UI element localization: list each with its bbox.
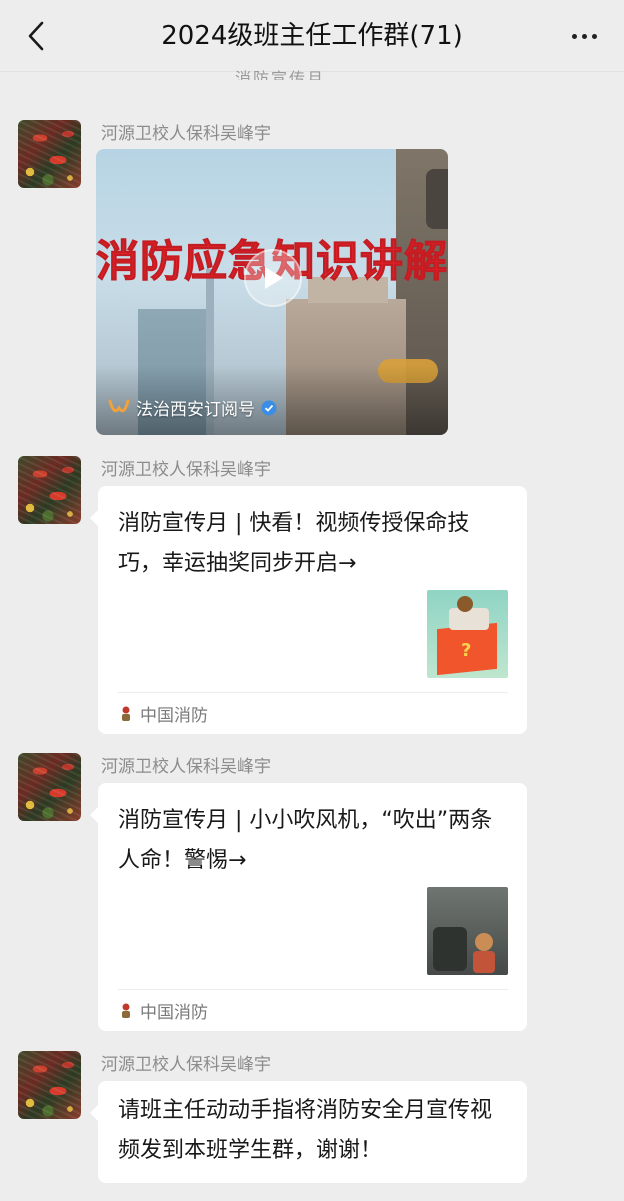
sender-avatar[interactable] xyxy=(18,1051,81,1119)
sender-avatar[interactable] xyxy=(18,456,81,524)
ellipsis-icon xyxy=(571,33,577,39)
link-source: 中国消防 xyxy=(118,998,208,1023)
message-text: 请班主任动动手指将消防安全月宣传视频发到本班学生群，谢谢！ xyxy=(118,1098,493,1163)
link-message-card[interactable]: 消防宣传月 | 小小吹风机，“吹出”两条人命！警惕→ 中国消防 xyxy=(90,783,527,1031)
link-title: 消防宣传月 | 快看！视频传授保命技巧，幸运抽奖同步开启→ xyxy=(118,511,470,576)
play-button[interactable] xyxy=(244,249,302,307)
video-source-name: 法治西安订阅号 xyxy=(136,400,255,420)
chevron-left-icon xyxy=(28,21,44,51)
firefighter-icon xyxy=(122,706,130,721)
article-thumbnail xyxy=(427,887,508,975)
partial-message-text: 消防宣传月 xyxy=(235,69,326,80)
back-button[interactable] xyxy=(18,18,54,54)
sender-name: 河源卫校人保科吴峰宇 xyxy=(101,460,271,480)
more-button[interactable] xyxy=(562,18,606,54)
chat-title: 2024级班主任工作群(71) xyxy=(161,21,463,51)
link-title: 消防宣传月 | 小小吹风机，“吹出”两条人命！警惕→ xyxy=(118,808,493,873)
link-source: 中国消防 xyxy=(118,701,208,726)
chat-header: 2024级班主任工作群(71) xyxy=(0,0,624,72)
link-message-card[interactable]: 消防宣传月 | 快看！视频传授保命技巧，幸运抽奖同步开启→ ? 中国消防 xyxy=(90,486,527,734)
play-icon xyxy=(265,267,283,289)
firefighter-icon xyxy=(122,1003,130,1018)
sender-name: 河源卫校人保科吴峰宇 xyxy=(101,1055,271,1075)
sender-name: 河源卫校人保科吴峰宇 xyxy=(101,757,271,777)
article-thumbnail: ? xyxy=(427,590,508,678)
sender-avatar[interactable] xyxy=(18,120,81,188)
sender-name: 河源卫校人保科吴峰宇 xyxy=(101,124,271,144)
sender-avatar[interactable] xyxy=(18,753,81,821)
video-source[interactable]: 法治西安订阅号 xyxy=(108,395,277,420)
verified-badge-icon xyxy=(261,400,277,415)
text-message-bubble[interactable]: 请班主任动动手指将消防安全月宣传视频发到本班学生群，谢谢！ xyxy=(90,1081,527,1183)
video-message-card[interactable]: 消防应急知识讲解 法治西安订阅号 xyxy=(96,149,448,435)
channel-logo-icon xyxy=(108,399,130,412)
